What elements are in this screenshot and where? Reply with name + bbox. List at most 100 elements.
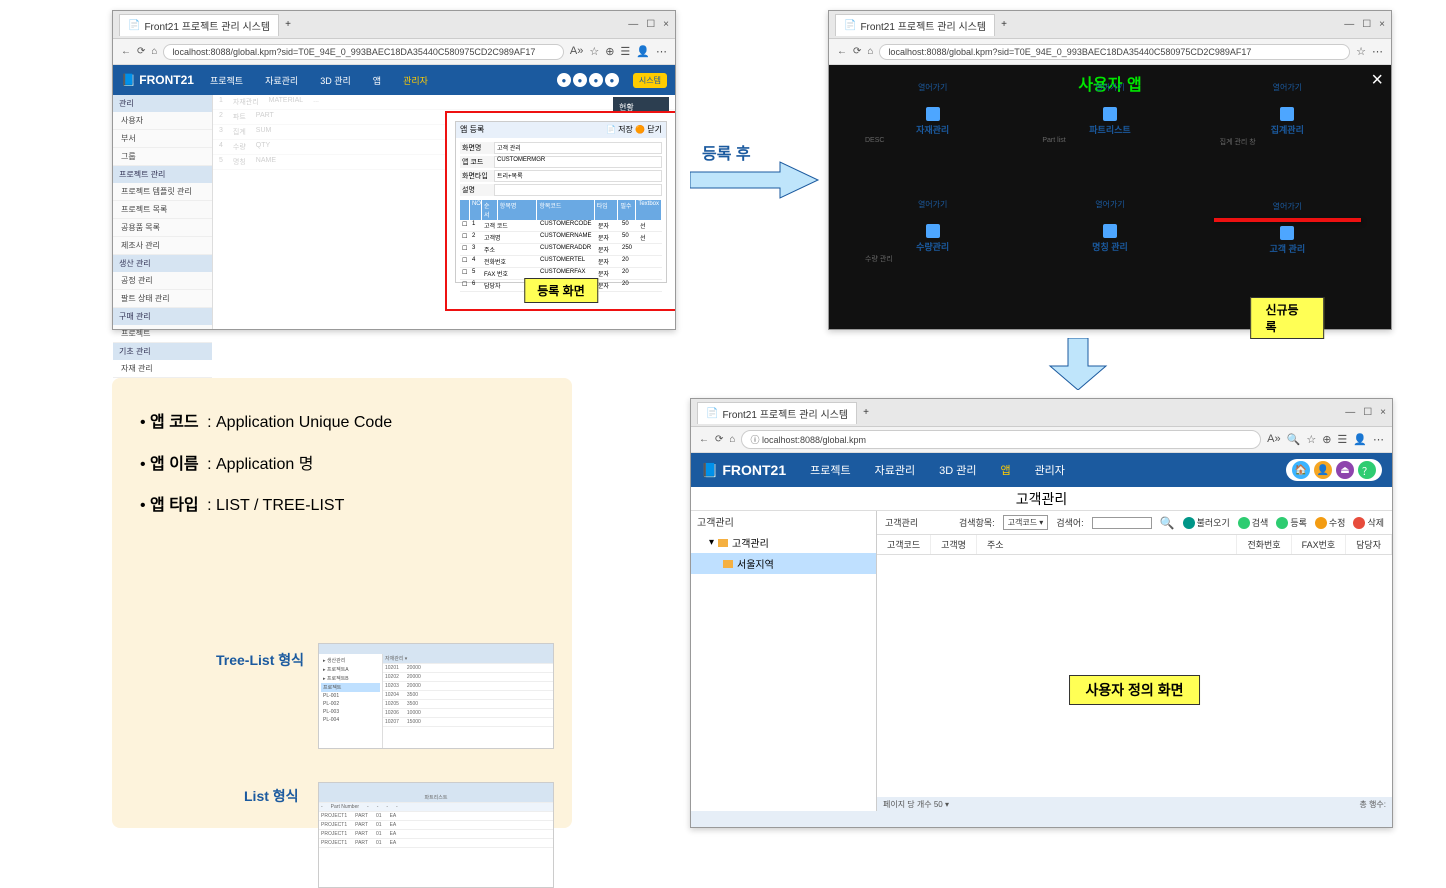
nav-project[interactable]: 프로젝트 <box>204 72 249 89</box>
sidebar-item-user[interactable]: 사용자 <box>113 112 212 130</box>
maximize-button[interactable]: ☐ <box>1362 19 1371 30</box>
new-tab-button[interactable]: + <box>863 407 869 418</box>
page-size-label[interactable]: 페이지 당 개수 50 ▾ <box>883 799 949 810</box>
nav-admin[interactable]: 관리자 <box>397 72 434 89</box>
sidebar-item-projectlist[interactable]: 프로젝트 목록 <box>113 201 212 219</box>
nav-data[interactable]: 자료관리 <box>259 72 304 89</box>
sidebar-item-maker[interactable]: 제조사 관리 <box>113 237 212 255</box>
sidebar-item-dept[interactable]: 부서 <box>113 130 212 148</box>
browser-tab[interactable]: 📄 Front21 프로젝트 관리 시스템 <box>119 14 279 36</box>
new-tab-button[interactable]: + <box>1001 19 1007 30</box>
cell-check[interactable]: ☐ <box>460 256 470 267</box>
col-customer-code[interactable]: 고객코드 <box>877 535 931 554</box>
pill-button-4[interactable]: ？ <box>1358 461 1376 479</box>
app-card-link[interactable]: 열어가기 <box>859 199 1006 210</box>
search-value-input[interactable] <box>1092 517 1152 529</box>
nav-app[interactable]: 앱 <box>1000 462 1010 478</box>
tree-item-seoul[interactable]: 서울지역 <box>691 553 876 574</box>
system-button[interactable]: 시스템 <box>633 73 667 88</box>
sidebar-item-template[interactable]: 프로젝트 템플릿 관리 <box>113 183 212 201</box>
tree-item-root[interactable]: ▾ 고객관리 <box>691 532 876 553</box>
tree-toggle-icon[interactable]: ▾ <box>709 537 714 548</box>
select-screen-type[interactable]: 트리+목록 <box>494 170 662 182</box>
home-button[interactable]: ⌂ <box>867 46 873 57</box>
search-field-select[interactable]: 고객코드 ▾ <box>1003 515 1049 530</box>
pill-button-1[interactable]: 🏠 <box>1292 461 1310 479</box>
home-button[interactable]: ⌂ <box>151 46 157 57</box>
nav-admin[interactable]: 관리자 <box>1035 462 1065 478</box>
table-row[interactable]: ☐ 3 주소 CUSTOMERADDR 문자 250 <box>460 244 662 256</box>
minimize-button[interactable]: — <box>628 19 638 30</box>
read-aloud-icon[interactable]: A» <box>570 45 583 58</box>
address-bar[interactable]: localhost:8088/global.kpm?sid=T0E_94E_0_… <box>163 44 563 60</box>
address-bar[interactable]: localhost:8088/global.kpm?sid=T0E_94E_0_… <box>879 44 1350 60</box>
app-card-link[interactable]: 열어가기 <box>859 82 1006 93</box>
cell-check[interactable]: ☐ <box>460 232 470 243</box>
profile-icon[interactable]: 👤 <box>636 45 650 58</box>
cell-check[interactable]: ☐ <box>460 268 470 279</box>
collections-icon[interactable]: ☰ <box>620 45 630 58</box>
table-row[interactable]: ☐ 1 고객 코드 CUSTOMERCODE 문자 50 선 <box>460 220 662 232</box>
table-row[interactable]: ☐ 2 고객명 CUSTOMERNAME 문자 50 선 <box>460 232 662 244</box>
refresh-button[interactable]: ⟳ <box>137 46 145 57</box>
circle-button-4[interactable]: ● <box>605 73 619 87</box>
nav-3d[interactable]: 3D 관리 <box>939 462 976 478</box>
collections-icon[interactable]: ☰ <box>1337 433 1347 446</box>
overlay-close-button[interactable]: × <box>1371 69 1383 92</box>
read-aloud-icon[interactable]: A» <box>1267 433 1280 446</box>
browser-tab[interactable]: 📄 Front21 프로젝트 관리 시스템 <box>697 402 857 424</box>
back-button[interactable]: ← <box>699 434 709 445</box>
app-card-link[interactable]: 열어가기 <box>1216 201 1359 212</box>
maximize-button[interactable]: ☐ <box>1363 407 1372 418</box>
sidebar-item-purchase-project[interactable]: 프로젝트 <box>113 325 212 343</box>
minimize-button[interactable]: — <box>1345 407 1355 418</box>
minimize-button[interactable]: — <box>1344 19 1354 30</box>
star-icon[interactable]: ☆ <box>1306 433 1316 446</box>
address-bar[interactable]: ⓘ localhost:8088/global.kpm <box>741 430 1261 449</box>
col-phone[interactable]: 전화번호 <box>1237 535 1291 554</box>
input-screen-name[interactable]: 고객 관리 <box>494 142 662 154</box>
col-address[interactable]: 주소 <box>977 535 1237 554</box>
load-button[interactable]: 불러오기 <box>1183 516 1230 529</box>
new-tab-button[interactable]: + <box>285 19 291 30</box>
pill-button-3[interactable]: ⏏ <box>1336 461 1354 479</box>
circle-button-3[interactable]: ● <box>589 73 603 87</box>
nav-3d[interactable]: 3D 관리 <box>314 72 357 89</box>
delete-button[interactable]: 삭제 <box>1353 516 1384 529</box>
table-row[interactable]: ☐ 4 전화번호 CUSTOMERTEL 문자 20 <box>460 256 662 268</box>
sidebar-item-material[interactable]: 자재 관리 <box>113 360 212 378</box>
input-app-code[interactable]: CUSTOMERMGR <box>494 156 662 168</box>
search-icon[interactable]: 🔍 <box>1287 433 1301 446</box>
star-icon[interactable]: ☆ <box>1356 45 1366 58</box>
star-icon[interactable]: ☆ <box>589 45 599 58</box>
nav-data[interactable]: 자료관리 <box>875 462 915 478</box>
favorites-icon[interactable]: ⊕ <box>605 45 614 58</box>
edit-button[interactable]: 수정 <box>1315 516 1346 529</box>
close-button[interactable]: × <box>663 19 669 30</box>
circle-button-1[interactable]: ● <box>557 73 571 87</box>
refresh-button[interactable]: ⟳ <box>853 46 861 57</box>
register-button[interactable]: 등록 <box>1276 516 1307 529</box>
home-button[interactable]: ⌂ <box>729 434 735 445</box>
app-card-link[interactable]: 열어가기 <box>1214 82 1361 93</box>
nav-app[interactable]: 앱 <box>367 72 387 89</box>
profile-icon[interactable]: 👤 <box>1353 433 1367 446</box>
app-card-link[interactable]: 열어가기 <box>1036 82 1183 93</box>
col-customer-name[interactable]: 고객명 <box>931 535 977 554</box>
cell-check[interactable]: ☐ <box>460 280 470 291</box>
app-card-customer-new[interactable]: 고객 관리 열어가기 <box>1214 218 1361 222</box>
cell-check[interactable]: ☐ <box>460 220 470 231</box>
cell-check[interactable]: ☐ <box>460 244 470 255</box>
menu-icon[interactable]: ⋯ <box>1372 45 1383 58</box>
pill-button-2[interactable]: 👤 <box>1314 461 1332 479</box>
close-button[interactable]: × <box>1379 19 1385 30</box>
sidebar-item-process[interactable]: 공정 관리 <box>113 272 212 290</box>
app-card-link[interactable]: 열어가기 <box>1036 199 1183 210</box>
back-button[interactable]: ← <box>837 46 847 57</box>
search-icon-button[interactable]: 🔍 <box>1160 516 1175 530</box>
popup-header-buttons[interactable]: 📄 저장 🟠 닫기 <box>606 124 662 136</box>
sidebar-item-group[interactable]: 그룹 <box>113 148 212 166</box>
sidebar-item-partstatus[interactable]: 팔트 상태 관리 <box>113 290 212 308</box>
close-button[interactable]: × <box>1380 407 1386 418</box>
maximize-button[interactable]: ☐ <box>646 19 655 30</box>
